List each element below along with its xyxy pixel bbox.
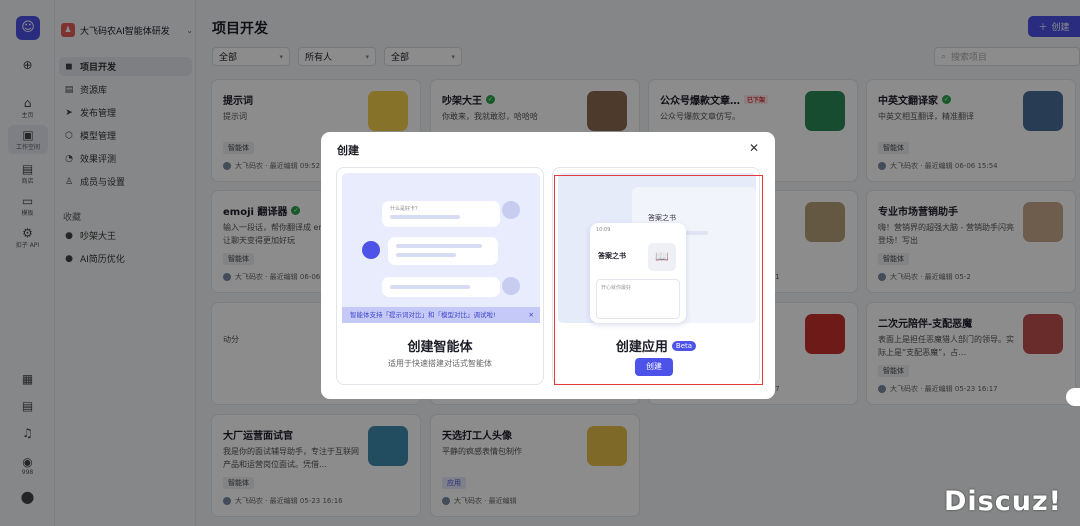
create-agent-option[interactable]: 什么是好卡？ 智能体支持「提示词对比」和「模型对比」调试啦! ✕ 创建智能体 适用… — [336, 167, 544, 385]
agent-preview: 什么是好卡？ 智能体支持「提示词对比」和「模型对比」调试啦! ✕ — [342, 173, 540, 323]
close-icon[interactable]: ✕ — [749, 141, 759, 155]
chat-bubble — [388, 237, 498, 265]
dialog-title: 创建 — [337, 144, 359, 157]
user-avatar-icon — [502, 277, 520, 295]
close-icon[interactable]: ✕ — [529, 307, 534, 323]
floating-avatar[interactable] — [1066, 388, 1080, 406]
agent-option-desc: 适用于快速搭建对话式智能体 — [388, 359, 492, 368]
watermark: Discuz! — [944, 486, 1062, 517]
chat-bubble: 什么是好卡？ — [382, 201, 500, 227]
user-avatar-icon — [502, 201, 520, 219]
bot-avatar-icon — [362, 241, 380, 259]
agent-hint-banner: 智能体支持「提示词对比」和「模型对比」调试啦! ✕ — [342, 307, 540, 323]
agent-option-title: 创建智能体 — [407, 340, 473, 355]
chat-bubble — [382, 277, 500, 297]
highlight-box — [554, 175, 763, 385]
